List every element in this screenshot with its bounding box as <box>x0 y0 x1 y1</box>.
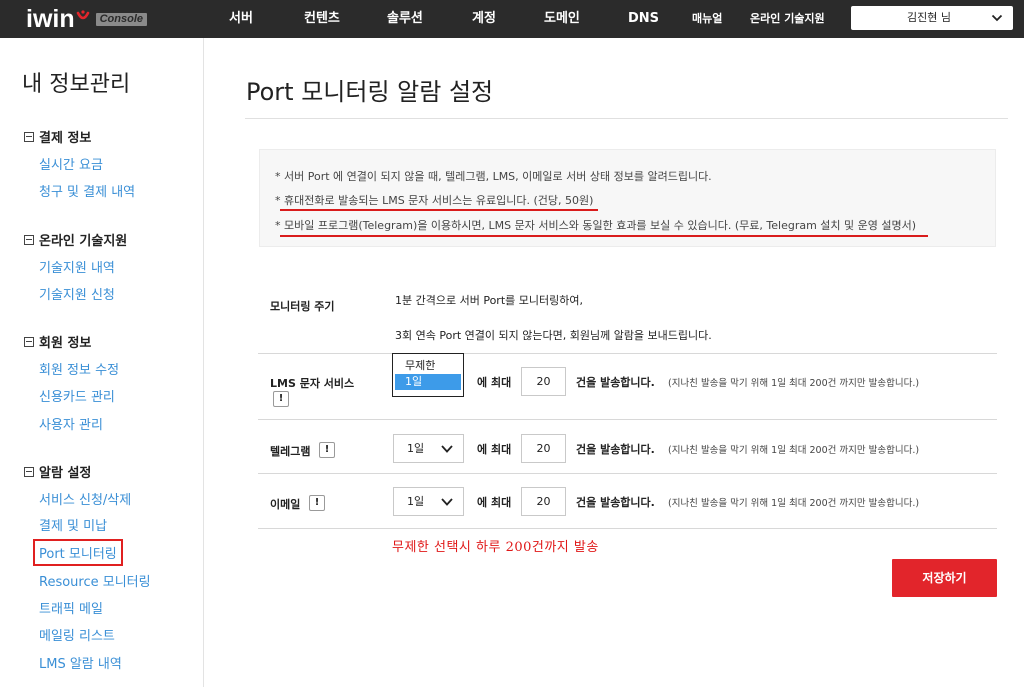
user-name: 김진현 님 <box>907 11 951 24</box>
nav-server[interactable]: 서버 <box>229 0 253 38</box>
nav-solution[interactable]: 솔루션 <box>387 0 423 38</box>
telegram-label: 텔레그램 <box>270 445 311 458</box>
sidebar-item-edit-member[interactable]: 회원 정보 수정 <box>39 359 119 378</box>
collapse-icon <box>24 131 34 142</box>
monitor-period-line-1: 1분 간격으로 서버 Port를 모니터링하여, <box>395 294 583 307</box>
chevron-down-icon <box>991 14 1003 22</box>
info-icon[interactable]: ! <box>273 391 289 407</box>
nav-dns[interactable]: DNS <box>628 0 659 38</box>
nav-account[interactable]: 계정 <box>472 0 496 38</box>
sidebar-section-online-support[interactable]: 온라인 기술지원 <box>24 230 127 249</box>
email-hint: (지나친 발송을 막기 위해 1일 최대 200건 까지만 발송합니다.) <box>668 498 920 509</box>
user-menu-select[interactable]: 김진현 님 <box>851 6 1013 30</box>
nav-domain[interactable]: 도메인 <box>544 0 580 38</box>
telegram-period-select[interactable]: 1일 <box>393 434 464 463</box>
console-badge: Console <box>95 12 148 26</box>
sidebar-item-user-management[interactable]: 사용자 관리 <box>39 414 103 433</box>
top-navigation-bar: iwin Console 서버 컨텐츠 솔루션 계정 도메인 DNS 매뉴얼 온… <box>0 0 1024 38</box>
sidebar-item-mailing-list[interactable]: 메일링 리스트 <box>39 625 115 644</box>
notice-line-2: * 휴대전화로 발송되는 LMS 문자 서비스는 유료입니다. (건당, 50원… <box>275 194 594 207</box>
dropdown-option-1day[interactable]: 1일 <box>395 374 461 390</box>
telegram-suffix: 건을 발송합니다. <box>576 443 655 456</box>
sidebar-item-service-request[interactable]: 서비스 신청/삭제 <box>39 489 131 508</box>
highlight-underline <box>280 235 928 237</box>
info-icon[interactable]: ! <box>309 495 325 511</box>
lms-label: LMS 문자 서비스 <box>270 377 355 390</box>
email-suffix: 건을 발송합니다. <box>576 496 655 509</box>
email-count-input[interactable]: 20 <box>521 487 566 516</box>
sidebar-title: 내 정보관리 <box>22 72 131 97</box>
sidebar-item-support-history[interactable]: 기술지원 내역 <box>39 257 115 276</box>
row-divider <box>258 419 997 420</box>
nav-manual[interactable]: 매뉴얼 <box>692 0 722 38</box>
sidebar-item-credit-card[interactable]: 신용카드 관리 <box>39 386 115 405</box>
sidebar-section-alarm-settings[interactable]: 알람 설정 <box>24 462 91 481</box>
sidebar-item-lms-alarm-history[interactable]: LMS 알람 내역 <box>39 653 122 672</box>
row-divider <box>258 473 997 474</box>
notice-line-1: * 서버 Port 에 연결이 되지 않을 때, 텔레그램, LMS, 이메일로… <box>275 170 712 183</box>
sidebar-item-support-request[interactable]: 기술지원 신청 <box>39 284 115 303</box>
collapse-icon <box>24 336 34 347</box>
sidebar-item-resource-monitoring[interactable]: Resource 모니터링 <box>39 571 151 590</box>
title-divider <box>245 118 1008 119</box>
row-divider <box>258 528 997 529</box>
collapse-icon <box>24 234 34 245</box>
highlight-underline <box>280 209 598 211</box>
iwin-logo[interactable]: iwin Console <box>26 4 148 34</box>
email-label: 이메일 <box>270 498 301 511</box>
email-max-label: 에 최대 <box>477 496 512 509</box>
chevron-down-icon <box>441 445 453 453</box>
nav-contents[interactable]: 컨텐츠 <box>304 0 340 38</box>
smile-icon <box>76 9 89 19</box>
sidebar-item-traffic-mail[interactable]: 트래픽 메일 <box>39 598 103 617</box>
lms-hint: (지나친 발송을 막기 위해 1일 최대 200건 까지만 발송합니다.) <box>668 378 920 389</box>
notice-line-3[interactable]: * 모바일 프로그램(Telegram)을 이용하시면, LMS 문자 서비스와… <box>275 217 916 233</box>
lms-period-dropdown[interactable]: 무제한 1일 <box>392 353 464 397</box>
info-icon[interactable]: ! <box>319 442 335 458</box>
monitor-period-label: 모니터링 주기 <box>270 300 335 313</box>
telegram-count-input[interactable]: 20 <box>521 434 566 463</box>
nav-online-support[interactable]: 온라인 기술지원 <box>750 0 825 38</box>
sidebar-item-port-monitoring[interactable]: Port 모니터링 <box>33 539 123 566</box>
page-title: Port 모니터링 알람 설정 <box>246 78 494 106</box>
telegram-hint: (지나친 발송을 막기 위해 1일 최대 200건 까지만 발송합니다.) <box>668 445 920 456</box>
sidebar: 내 정보관리 결제 정보 실시간 요금 청구 및 결제 내역 온라인 기술지원 … <box>0 38 204 687</box>
sidebar-item-realtime-fee[interactable]: 실시간 요금 <box>39 154 103 173</box>
sidebar-item-payment-unpaid[interactable]: 결제 및 미납 <box>39 515 107 534</box>
collapse-icon <box>24 466 34 477</box>
email-period-select[interactable]: 1일 <box>393 487 464 516</box>
lms-max-label: 에 최대 <box>477 376 512 389</box>
notice-box: * 서버 Port 에 연결이 되지 않을 때, 텔레그램, LMS, 이메일로… <box>259 149 996 247</box>
sidebar-section-member-info[interactable]: 회원 정보 <box>24 332 91 351</box>
lms-suffix: 건을 발송합니다. <box>576 376 655 389</box>
telegram-max-label: 에 최대 <box>477 443 512 456</box>
logo-text: iwin <box>26 4 75 33</box>
dropdown-option-unlimited[interactable]: 무제한 <box>395 358 461 374</box>
save-button[interactable]: 저장하기 <box>892 559 997 597</box>
lms-count-input[interactable]: 20 <box>521 367 566 396</box>
sidebar-item-billing-history[interactable]: 청구 및 결제 내역 <box>39 181 135 200</box>
unlimited-warning-annotation: 무제한 선택시 하루 200건까지 발송 <box>392 540 599 555</box>
sidebar-section-billing[interactable]: 결제 정보 <box>24 127 91 146</box>
monitor-period-line-2: 3회 연속 Port 연결이 되지 않는다면, 회원님께 알람을 보내드립니다. <box>395 329 712 342</box>
row-divider <box>258 353 997 354</box>
chevron-down-icon <box>441 498 453 506</box>
